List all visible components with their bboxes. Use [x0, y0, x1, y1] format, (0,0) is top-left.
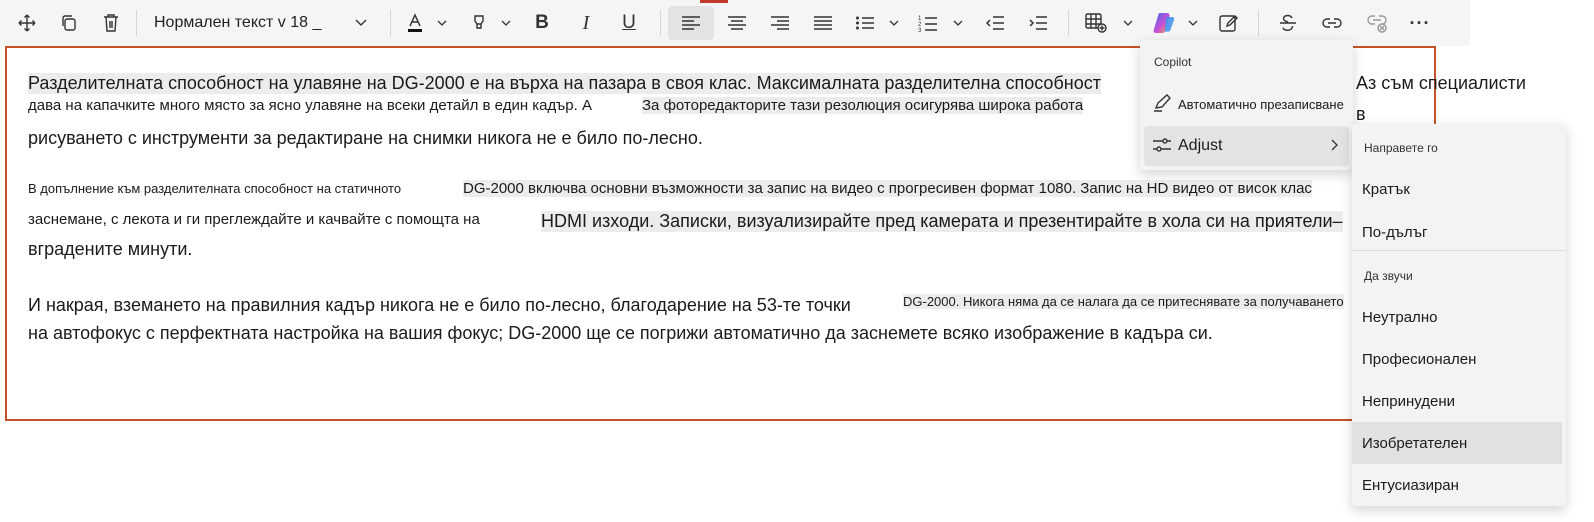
- auto-rewrite-label: Автоматично презаписване: [1178, 96, 1344, 112]
- adjust-submenu: Направете го Кратък По-дълъг Да звучи Не…: [1352, 124, 1566, 506]
- doc-line-10: И накрая, вземането на правилния кадър н…: [28, 295, 851, 315]
- section-header-sound: Да звучи: [1364, 269, 1413, 283]
- numbered-list-icon[interactable]: 123: [914, 6, 942, 40]
- option-longer[interactable]: По-дълъг: [1352, 211, 1562, 253]
- increase-indent-icon[interactable]: [1023, 6, 1053, 40]
- more-icon[interactable]: ···: [1404, 6, 1436, 40]
- unlink-icon[interactable]: [1361, 6, 1393, 40]
- toolbar-separator: [1068, 10, 1069, 36]
- paragraph-style-value: Нормален текст v 18 _: [154, 14, 322, 31]
- doc-line-8: HDMI изходи. Записки, визуализирайте пре…: [541, 211, 1343, 232]
- toolbar-separator: [1258, 10, 1259, 36]
- option-inventive[interactable]: Изобретателен: [1352, 422, 1562, 464]
- adjust-icon: [1152, 136, 1172, 159]
- adjust-item[interactable]: Adjust: [1144, 126, 1349, 166]
- align-left-icon[interactable]: [668, 6, 714, 40]
- option-professional[interactable]: Професионален: [1352, 338, 1562, 380]
- copilot-icon[interactable]: [1148, 6, 1180, 40]
- strikethrough-icon[interactable]: [1272, 6, 1304, 40]
- toolbar-separator: [660, 10, 661, 36]
- link-icon[interactable]: [1316, 6, 1348, 40]
- chevron-down-icon[interactable]: [496, 6, 516, 40]
- svg-text:3: 3: [918, 28, 922, 32]
- doc-line-6: DG-2000 включва основни възможности за з…: [463, 180, 1312, 197]
- underline-icon[interactable]: U: [614, 6, 644, 40]
- paragraph-style-select[interactable]: Нормален текст v 18 _: [148, 6, 376, 40]
- justify-icon[interactable]: [808, 6, 838, 40]
- doc-line-11: DG-2000. Никога няма да се налага да се …: [903, 294, 1344, 309]
- chevron-down-icon[interactable]: [432, 6, 452, 40]
- doc-line-7: заснемане, с лекота и ги преглеждайте и …: [28, 211, 480, 228]
- doc-line-2: дава на капачките много място за ясно ул…: [28, 97, 592, 114]
- auto-rewrite-item[interactable]: Автоматично презаписване: [1144, 84, 1349, 124]
- insert-table-icon[interactable]: [1080, 6, 1112, 40]
- active-tab-indicator: [700, 0, 728, 3]
- toolbar-separator: [136, 10, 137, 36]
- italic-icon[interactable]: I: [571, 6, 601, 40]
- chevron-right-icon: [1329, 138, 1339, 157]
- copilot-menu-header: Copilot: [1154, 55, 1192, 69]
- rewrite-icon: [1152, 94, 1172, 119]
- doc-line-4: рисуването с инструменти за редактиране …: [28, 128, 703, 148]
- chevron-down-icon[interactable]: [948, 6, 968, 40]
- bold-icon[interactable]: B: [527, 6, 557, 40]
- doc-line-12: на автофокус с перфектната настройка на …: [28, 323, 1213, 343]
- align-center-icon[interactable]: [722, 6, 752, 40]
- copilot-menu: Copilot Автоматично презаписване Adjust: [1140, 40, 1353, 170]
- rewrite-icon[interactable]: [1213, 6, 1245, 40]
- chevron-down-icon: [354, 15, 368, 34]
- toolbar-separator: [390, 10, 391, 36]
- font-color-icon[interactable]: [400, 6, 430, 40]
- doc-line-1: Разделителната способност на улавяне на …: [28, 73, 1101, 94]
- bullet-list-icon[interactable]: [851, 6, 879, 40]
- menu-separator: [1352, 250, 1566, 251]
- align-right-icon[interactable]: [765, 6, 795, 40]
- chevron-down-icon[interactable]: [1118, 6, 1138, 40]
- section-header-make-it: Направете го: [1364, 141, 1438, 155]
- option-enthusiastic[interactable]: Ентусиазиран: [1352, 464, 1562, 506]
- doc-line-9: вградените минути.: [28, 239, 193, 259]
- side-text-1: Аз съм специалисти: [1356, 73, 1526, 93]
- option-casual[interactable]: Непринудени: [1352, 380, 1562, 422]
- delete-icon[interactable]: [94, 6, 128, 40]
- chevron-down-icon[interactable]: [1183, 6, 1203, 40]
- chevron-down-icon[interactable]: [884, 6, 904, 40]
- option-neutral[interactable]: Неутрално: [1352, 296, 1562, 338]
- move-icon[interactable]: [10, 6, 44, 40]
- option-shorter[interactable]: Кратък: [1352, 168, 1562, 210]
- highlight-icon[interactable]: [464, 6, 494, 40]
- doc-line-3: За фоторедакторите тази резолюция осигур…: [642, 97, 1084, 114]
- decrease-indent-icon[interactable]: [980, 6, 1010, 40]
- copy-icon[interactable]: [52, 6, 86, 40]
- doc-line-5: В допълнение към разделителната способно…: [28, 181, 402, 196]
- side-text-2: в: [1356, 104, 1366, 124]
- adjust-label: Adjust: [1178, 137, 1223, 154]
